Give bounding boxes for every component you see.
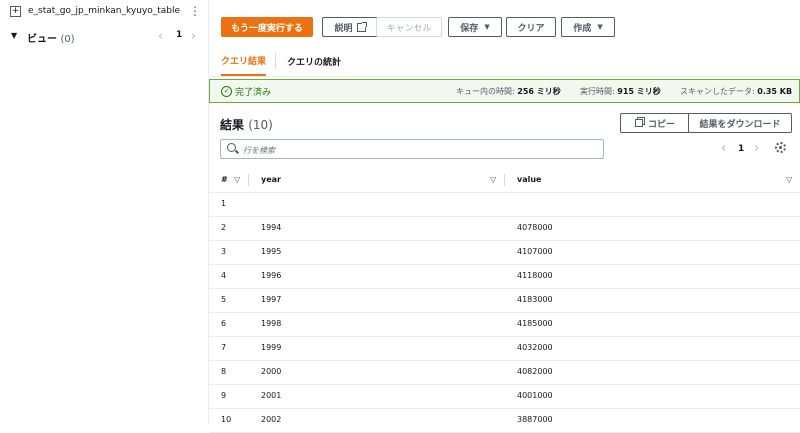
copy-icon [634,119,643,127]
value-cell: 4032000 [517,343,553,352]
table-row: 10 2002 3887000 [209,408,800,433]
table-row: 2 1994 4078000 [209,216,800,241]
year-cell: 2002 [261,415,282,424]
row-index: 10 [221,415,232,424]
external-link-icon [356,21,367,32]
row-index: 1 [221,199,227,208]
search-input[interactable] [241,142,595,158]
year-cell: 1997 [261,295,282,304]
row-index: 6 [221,319,227,328]
table-row: 4 1996 4118000 [209,264,800,289]
sidebar: + e_stat_go_jp_minkan_kyuyo_table ⋮ ▼ ビュ… [0,0,209,425]
views-section[interactable]: ▼ ビュー (0) ‹ 1 › [0,26,208,48]
execution-time: 実行時間: 915 ミリ秒 [580,87,661,96]
row-index: 8 [221,367,227,376]
row-index: 4 [221,271,227,280]
row-index: 3 [221,247,227,256]
year-cell: 1999 [261,343,282,352]
search-icon [227,143,236,152]
row-index: 5 [221,295,227,304]
more-options-icon[interactable]: ⋮ [189,4,201,18]
save-button[interactable]: 保存 ▼ [448,17,502,37]
value-cell: 4185000 [517,319,553,328]
value-cell: 4107000 [517,247,553,256]
column-header-year[interactable]: year [261,175,281,184]
value-cell: 4183000 [517,295,553,304]
table-row: 6 1998 4185000 [209,312,800,337]
queue-time: キュー内の時間: 256 ミリ秒 [456,87,561,96]
row-index: 2 [221,223,227,232]
views-label: ビュー (0) [27,34,75,45]
status-completed: ✓ 完了済み [221,85,271,98]
chevron-right-icon[interactable]: › [191,29,196,43]
column-header-value[interactable]: value [517,175,541,184]
query-panel: もう一度実行する 説明 キャンセル 保存 ▼ クリア 作成 ▼ クエリ結果 クエリの… [209,0,800,433]
clear-button[interactable]: クリア [506,17,556,37]
rerun-button[interactable]: もう一度実行する [221,17,313,37]
caret-down-icon: ▼ [597,23,603,31]
row-search[interactable] [220,139,604,159]
sort-icon[interactable]: ▽ [786,175,792,184]
chevron-left-icon[interactable]: ‹ [721,141,726,156]
tab-query-results[interactable]: クエリ結果 [221,46,267,76]
expand-icon[interactable]: + [10,6,21,17]
sort-icon[interactable]: ▽ [490,175,496,184]
tab-divider [275,53,276,69]
value-cell: 4082000 [517,367,553,376]
download-results-button[interactable]: 結果をダウンロード [688,113,792,133]
views-count: (0) [60,34,75,45]
results-page-number: 1 [738,144,745,154]
chevron-left-icon[interactable]: ‹ [158,29,163,43]
caret-down-icon[interactable]: ▼ [11,31,17,40]
table-row: 8 2000 4082000 [209,360,800,385]
table-header: # ▽ year ▽ value ▽ [209,168,800,193]
explain-button[interactable]: 説明 [322,17,378,37]
sort-icon[interactable]: ▽ [234,175,240,184]
check-circle-icon: ✓ [221,86,232,97]
table-name[interactable]: e_stat_go_jp_minkan_kyuyo_table [28,6,180,16]
status-banner: ✓ 完了済み キュー内の時間: 256 ミリ秒 実行時間: 915 ミリ秒 スキャ… [209,79,800,103]
year-cell: 1996 [261,271,282,280]
value-cell: 4078000 [517,223,553,232]
copy-button[interactable]: コピー [620,113,690,133]
views-page-number: 1 [176,30,183,40]
query-toolbar: もう一度実行する 説明 キャンセル 保存 ▼ クリア 作成 ▼ [209,14,800,40]
table-row: 5 1997 4183000 [209,288,800,313]
year-cell: 1998 [261,319,282,328]
column-header-index: # [221,175,228,184]
value-cell: 4118000 [517,271,553,280]
table-row: 9 2001 4001000 [209,384,800,409]
column-divider[interactable] [504,174,505,186]
cancel-button[interactable]: キャンセル [376,17,442,37]
row-index: 9 [221,391,227,400]
value-cell: 3887000 [517,415,553,424]
table-row: 3 1995 4107000 [209,240,800,265]
table-item[interactable]: + e_stat_go_jp_minkan_kyuyo_table ⋮ [0,0,208,24]
data-scanned: スキャンしたデータ: 0.35 KB [680,87,793,96]
row-index: 7 [221,343,227,352]
value-cell: 4001000 [517,391,553,400]
tab-query-stats[interactable]: クエリの統計 [287,46,341,76]
caret-down-icon: ▼ [484,23,490,31]
results-title: 結果 (10) [220,118,273,132]
table-row: 7 1999 4032000 [209,336,800,361]
table-row: 1 [209,192,800,217]
year-cell: 1994 [261,223,282,232]
create-button[interactable]: 作成 ▼ [561,17,615,37]
results-count: (10) [248,118,273,132]
chevron-right-icon[interactable]: › [754,141,759,156]
year-cell: 2000 [261,367,282,376]
year-cell: 2001 [261,391,282,400]
gear-icon[interactable] [775,142,786,153]
result-tabs: クエリ結果 クエリの統計 [209,46,800,77]
year-cell: 1995 [261,247,282,256]
column-divider[interactable] [248,174,249,186]
